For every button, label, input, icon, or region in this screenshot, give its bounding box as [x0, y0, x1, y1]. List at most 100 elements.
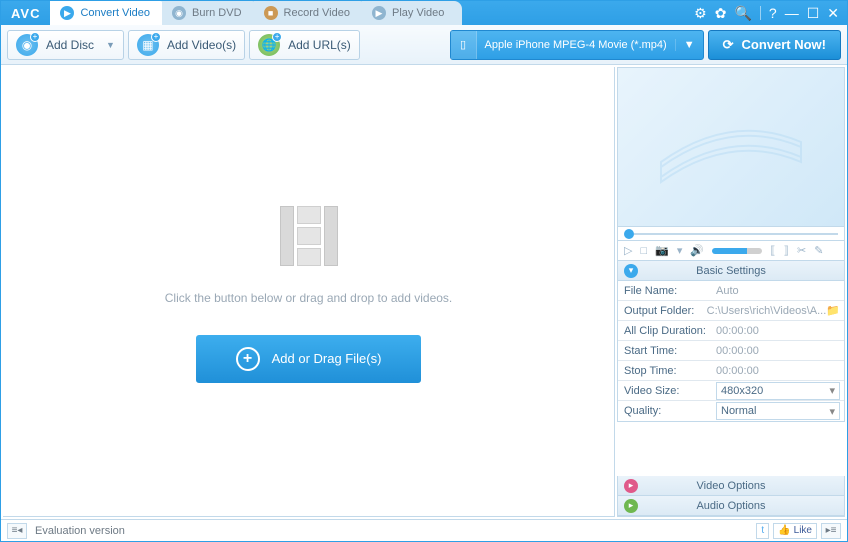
label: Video Size:	[618, 385, 710, 397]
tab-label: Play Video	[392, 7, 444, 19]
main-tabs: ▶ Convert Video ◉ Burn DVD ■ Record Vide…	[50, 1, 686, 25]
help-icon[interactable]: ?	[769, 5, 777, 21]
btn-label: Add Disc	[46, 38, 94, 52]
convert-now-button[interactable]: ⟳ Convert Now!	[708, 30, 841, 60]
chevron-down-icon[interactable]: ▾	[677, 244, 683, 257]
volume-icon[interactable]: 🔊	[690, 244, 704, 257]
volume-slider[interactable]	[712, 248, 762, 254]
select-value: Normal	[721, 405, 756, 417]
bracket-start-icon[interactable]: ⟦	[770, 244, 775, 257]
header-label: Basic Settings	[696, 265, 766, 277]
chevron-down-icon: ▾	[829, 384, 839, 397]
add-videos-button[interactable]: ▦+ Add Video(s)	[128, 30, 245, 60]
like-label: Like	[794, 525, 812, 536]
btn-label: Add Video(s)	[167, 38, 236, 52]
seek-bar[interactable]	[617, 227, 845, 241]
profile-label: Apple iPhone MPEG-4 Movie (*.mp4)	[477, 39, 675, 51]
video-size-select[interactable]: 480x320 ▾	[716, 382, 840, 400]
video-options-header[interactable]: ▸ Video Options	[617, 476, 845, 496]
value[interactable]: 00:00:00	[710, 345, 844, 357]
record-icon: ■	[264, 6, 278, 20]
tab-label: Burn DVD	[192, 7, 242, 19]
tab-play-video[interactable]: ▶ Play Video	[362, 1, 462, 25]
edit-icon[interactable]: ✎	[814, 244, 823, 257]
value: 00:00:00	[710, 325, 844, 337]
profile-area: ▯ Apple iPhone MPEG-4 Movie (*.mp4) ▼ ⟳ …	[364, 30, 841, 60]
snapshot-icon[interactable]: 📷	[655, 244, 669, 257]
chevron-down-icon: ▼	[106, 40, 115, 50]
header-label: Audio Options	[696, 500, 765, 512]
basic-settings-header[interactable]: ▾ Basic Settings	[617, 261, 845, 281]
audio-options-header[interactable]: ▸ Audio Options	[617, 496, 845, 516]
titlebar: AVC ▶ Convert Video ◉ Burn DVD ■ Record …	[1, 1, 847, 25]
seek-handle[interactable]	[624, 229, 634, 239]
window-controls: ⚙ ✿ 🔍 ? — ☐ ✕	[686, 5, 847, 22]
expand-icon: ▸	[624, 479, 638, 493]
row-output-folder: Output Folder: C:\Users\rich\Videos\A...…	[618, 301, 844, 321]
plus-icon: +	[236, 347, 260, 371]
twitter-button[interactable]: t	[756, 523, 769, 539]
facebook-like-button[interactable]: 👍 Like	[773, 523, 817, 539]
value[interactable]: C:\Users\rich\Videos\A... 📁	[701, 304, 844, 317]
convert-icon: ▶	[60, 6, 74, 20]
status-text: Evaluation version	[35, 525, 125, 537]
file-drop-stage[interactable]: Click the button below or drag and drop …	[3, 67, 615, 517]
disc-icon: ◉+	[16, 34, 38, 56]
tab-convert-video[interactable]: ▶ Convert Video	[50, 1, 168, 25]
right-panel: ▷ □ 📷 ▾ 🔊 ⟦ ⟧ ✂ ✎ ▾ Basic Settings File …	[617, 67, 845, 517]
folder-icon[interactable]: 📁	[826, 304, 840, 317]
value[interactable]: Auto	[710, 285, 844, 297]
row-quality: Quality: Normal ▾	[618, 401, 844, 421]
add-disc-button[interactable]: ◉+ Add Disc ▼	[7, 30, 124, 60]
btn-label: Add or Drag File(s)	[272, 351, 382, 366]
output-profile-selector[interactable]: ▯ Apple iPhone MPEG-4 Movie (*.mp4) ▼	[450, 30, 704, 60]
tab-label: Record Video	[284, 7, 350, 19]
gear-icon[interactable]: ✿	[715, 5, 727, 22]
video-icon: ▦+	[137, 34, 159, 56]
spacer	[617, 422, 845, 476]
label: Stop Time:	[618, 365, 710, 377]
maximize-icon[interactable]: ☐	[807, 5, 820, 22]
quality-select[interactable]: Normal ▾	[716, 402, 840, 420]
select-value: 480x320	[721, 385, 763, 397]
device-icon: ▯	[451, 31, 477, 59]
add-or-drag-files-button[interactable]: + Add or Drag File(s)	[196, 335, 422, 383]
statusbar: ≡◂ Evaluation version t 👍 Like ▸≡	[1, 519, 847, 541]
preview-controls: ▷ □ 📷 ▾ 🔊 ⟦ ⟧ ✂ ✎	[617, 241, 845, 261]
value: 480x320 ▾	[710, 382, 844, 400]
toolbar: ◉+ Add Disc ▼ ▦+ Add Video(s) 🌐+ Add URL…	[1, 25, 847, 65]
film-strip-icon	[269, 201, 349, 271]
chevron-down-icon: ▾	[829, 405, 839, 418]
play-icon[interactable]: ▷	[624, 244, 632, 257]
disc-icon: ◉	[172, 6, 186, 20]
video-preview	[617, 67, 845, 227]
app-logo: AVC	[1, 6, 50, 21]
trim-icon[interactable]: ✂	[797, 244, 806, 257]
close-icon[interactable]: ✕	[827, 5, 839, 22]
add-urls-button[interactable]: 🌐+ Add URL(s)	[249, 30, 360, 60]
tab-burn-dvd[interactable]: ◉ Burn DVD	[162, 1, 260, 25]
settings-icon[interactable]: ⚙	[694, 5, 707, 22]
row-file-name: File Name: Auto	[618, 281, 844, 301]
film-reel-icon	[651, 102, 811, 192]
bracket-end-icon[interactable]: ⟧	[784, 244, 789, 257]
header-label: Video Options	[697, 480, 766, 492]
main-area: Click the button below or drag and drop …	[1, 65, 847, 519]
row-start-time: Start Time: 00:00:00	[618, 341, 844, 361]
value[interactable]: 00:00:00	[710, 365, 844, 377]
panel-right-button[interactable]: ▸≡	[821, 523, 841, 539]
label: Quality:	[618, 405, 710, 417]
row-video-size: Video Size: 480x320 ▾	[618, 381, 844, 401]
drop-hint-text: Click the button below or drag and drop …	[165, 291, 453, 305]
panel-left-button[interactable]: ≡◂	[7, 523, 27, 539]
seek-track	[634, 233, 838, 235]
minimize-icon[interactable]: —	[785, 5, 799, 21]
value: Normal ▾	[710, 402, 844, 420]
expand-icon: ▸	[624, 499, 638, 513]
tab-label: Convert Video	[80, 7, 150, 19]
stop-icon[interactable]: □	[640, 245, 647, 257]
tab-record-video[interactable]: ■ Record Video	[254, 1, 368, 25]
label: Output Folder:	[618, 305, 701, 317]
globe-icon: 🌐+	[258, 34, 280, 56]
search-icon[interactable]: 🔍	[734, 5, 751, 22]
